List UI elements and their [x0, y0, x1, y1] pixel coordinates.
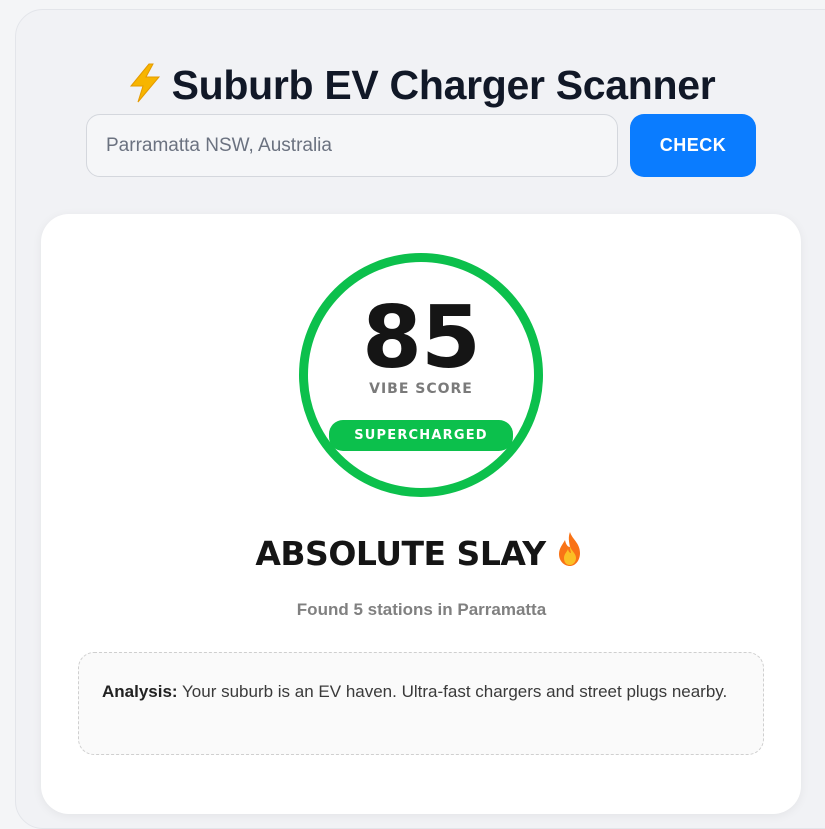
analysis-label: Analysis: [102, 682, 178, 701]
verdict-heading: ABSOLUTE SLAY [0, 530, 825, 576]
vibe-score-label: VIBE SCORE [369, 381, 473, 397]
suburb-search-input[interactable] [86, 114, 618, 177]
lightning-bolt-icon [128, 63, 162, 113]
fire-icon [552, 530, 588, 576]
check-button[interactable]: CHECK [630, 114, 756, 177]
analysis-text: Your suburb is an EV haven. Ultra-fast c… [177, 682, 728, 701]
vibe-score-value: 85 [362, 288, 481, 388]
page-title: Suburb EV Charger Scanner [0, 62, 825, 113]
tier-badge: SUPERCHARGED [329, 420, 513, 451]
verdict-text: ABSOLUTE SLAY [255, 534, 546, 573]
analysis-box: Analysis: Your suburb is an EV haven. Ul… [78, 652, 764, 755]
page-title-text: Suburb EV Charger Scanner [171, 62, 716, 108]
stations-found-text: Found 5 stations in Parramatta [296, 600, 547, 619]
